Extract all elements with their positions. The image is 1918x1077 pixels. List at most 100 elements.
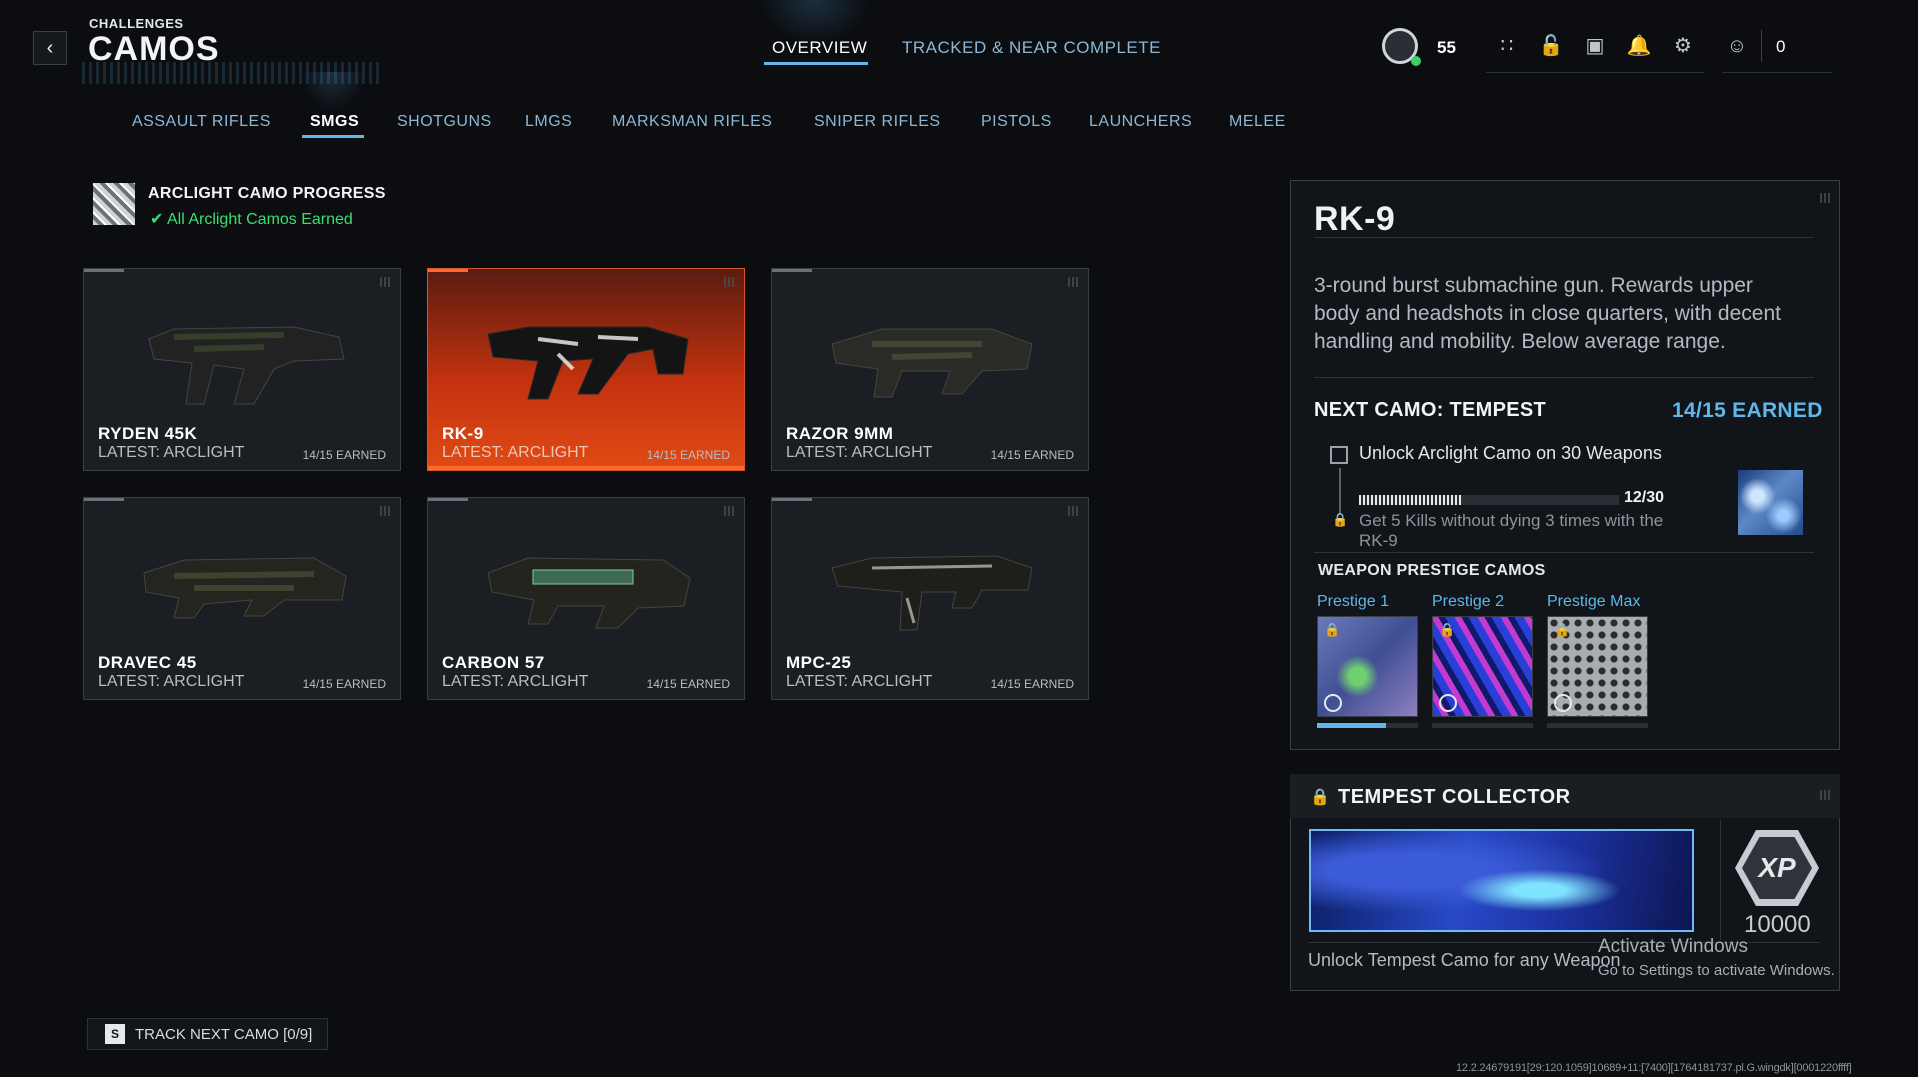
active-category-underline (302, 135, 364, 138)
next-challenge-description: Get 5 Kills without dying 3 times with t… (1359, 511, 1664, 550)
arclight-status: ✔ All Arclight Camos Earned (150, 209, 353, 229)
lock-icon: 🔒 (1332, 512, 1349, 527)
weapon-latest-camo: LATEST: ARCLIGHT (442, 444, 589, 461)
grid-icon (1820, 790, 1830, 800)
smg-icon (831, 555, 1033, 631)
tab-marksman-rifles[interactable]: MARKSMAN RIFLES (612, 113, 772, 131)
lock-icon: 🔒 (1439, 622, 1456, 637)
tab-launchers[interactable]: LAUNCHERS (1089, 113, 1192, 131)
weapon-latest-camo: LATEST: ARCLIGHT (442, 673, 589, 690)
smg-icon (487, 326, 689, 400)
tempest-camo-thumbnail[interactable] (1738, 470, 1803, 535)
tab-assault-rifles[interactable]: ASSAULT RIFLES (132, 113, 271, 131)
track-next-camo-button[interactable]: S TRACK NEXT CAMO [0/9] (87, 1018, 328, 1050)
weapon-card-carbon-57[interactable]: CARBON 57 LATEST: ARCLIGHT 14/15 EARNED (427, 497, 745, 700)
key-hint-badge: S (105, 1024, 125, 1044)
card-indicator (428, 498, 468, 501)
detail-weapon-name: RK-9 (1314, 200, 1396, 238)
category-tab-glow (300, 72, 366, 112)
collector-divider (1720, 820, 1721, 940)
weapon-card-ryden-45k[interactable]: RYDEN 45K LATEST: ARCLIGHT 14/15 EARNED (83, 268, 401, 471)
gear-icon[interactable]: ⚙ (1670, 33, 1696, 59)
windows-activation-title: Activate Windows (1598, 936, 1748, 957)
collector-title: TEMPEST COLLECTOR (1338, 786, 1571, 808)
prestige-max-progress-track (1547, 723, 1648, 728)
tab-smgs[interactable]: SMGS (310, 113, 359, 131)
xp-badge-text: XP (1742, 837, 1812, 899)
weapon-earned-count: 14/15 EARNED (302, 677, 386, 691)
challenge-connector (1339, 468, 1341, 514)
next-camo-label: NEXT CAMO: TEMPEST (1314, 399, 1547, 421)
weapon-name: MPC-25 (786, 653, 852, 672)
build-version-string: 12.2.24679191[29:120.1059]10689+11:[7400… (1456, 1062, 1852, 1074)
back-button[interactable]: ‹ (33, 31, 67, 65)
grid-icon[interactable]: ∷ (1494, 33, 1520, 59)
weapon-card-dravec-45[interactable]: DRAVEC 45 LATEST: ARCLIGHT 14/15 EARNED (83, 497, 401, 700)
checkmark-icon: ✔ (150, 211, 164, 228)
smg-icon (148, 326, 345, 405)
challenge-label: Unlock Arclight Camo on 30 Weapons (1359, 443, 1662, 463)
friends-icon[interactable]: ☺ (1724, 33, 1750, 59)
tab-melee[interactable]: MELEE (1229, 113, 1286, 131)
friends-count: 0 (1776, 37, 1786, 56)
prestige-2-camo[interactable]: 🔒 (1432, 616, 1533, 717)
camera-icon[interactable]: ▣ (1582, 33, 1608, 59)
selected-card-bar (428, 466, 744, 470)
lock-icon: 🔒 (1324, 622, 1341, 637)
prestige-camos-title: WEAPON PRESTIGE CAMOS (1318, 562, 1546, 579)
weapon-card-mpc-25[interactable]: MPC-25 LATEST: ARCLIGHT 14/15 EARNED (771, 497, 1089, 700)
prestige-badge-icon (1554, 694, 1572, 712)
weapon-latest-camo: LATEST: ARCLIGHT (98, 673, 245, 690)
weapon-earned-count: 14/15 EARNED (990, 677, 1074, 691)
unlock-icon[interactable]: 🔓 (1538, 33, 1564, 59)
player-level: 55 (1437, 38, 1456, 57)
lock-icon: 🔒 (1310, 789, 1330, 806)
icon-bar-underline (1486, 72, 1704, 73)
weapon-name: CARBON 57 (442, 653, 545, 672)
prestige-2-progress-track (1432, 723, 1533, 728)
weapon-latest-camo: LATEST: ARCLIGHT (786, 673, 933, 690)
prestige-badge-icon (1439, 694, 1457, 712)
grid-icon (724, 277, 734, 287)
grid-icon (1068, 506, 1078, 516)
challenge-progress-count: 12/30 (1624, 489, 1665, 506)
prestige-badge-icon (1324, 694, 1342, 712)
weapon-name: DRAVEC 45 (98, 653, 197, 672)
prestige-max-camo[interactable]: 🔒 (1547, 616, 1648, 717)
card-indicator (84, 498, 124, 501)
collector-reward-image[interactable] (1309, 829, 1694, 932)
weapon-name: RYDEN 45K (98, 424, 198, 443)
tab-lmgs[interactable]: LMGS (525, 113, 572, 131)
weapon-earned-count: 14/15 EARNED (646, 677, 730, 691)
windows-activation-subtitle: Go to Settings to activate Windows. (1598, 962, 1835, 979)
arclight-progress-title: ARCLIGHT CAMO PROGRESS (148, 185, 386, 202)
weapon-earned-count: 14/15 EARNED (990, 448, 1074, 462)
tab-sniper-rifles[interactable]: SNIPER RIFLES (814, 113, 941, 131)
tab-overview[interactable]: OVERVIEW (772, 38, 867, 58)
next-camo-earned: 14/15 EARNED (1672, 399, 1823, 422)
weapon-earned-count: 14/15 EARNED (302, 448, 386, 462)
weapon-name: RAZOR 9MM (786, 424, 894, 443)
tab-pistols[interactable]: PISTOLS (981, 113, 1052, 131)
smg-icon (487, 557, 691, 629)
challenge-checkbox[interactable] (1330, 446, 1348, 464)
status-divider (1761, 30, 1762, 62)
tab-shotguns[interactable]: SHOTGUNS (397, 113, 492, 131)
grid-icon (380, 277, 390, 287)
xp-reward-value: 10000 (1744, 911, 1811, 938)
weapon-latest-camo: LATEST: ARCLIGHT (786, 444, 933, 461)
prestige-1-camo[interactable]: 🔒 (1317, 616, 1418, 717)
prestige-1-progress-track (1317, 723, 1418, 728)
chevron-left-icon: ‹ (46, 36, 54, 59)
card-indicator (428, 269, 468, 272)
prestige-max-label: Prestige Max (1547, 593, 1641, 610)
active-tab-underline (764, 62, 868, 65)
arclight-status-text: All Arclight Camos Earned (166, 211, 353, 228)
grid-icon (380, 506, 390, 516)
bell-icon[interactable]: 🔔 (1626, 33, 1652, 59)
divider (1314, 377, 1814, 378)
online-status-dot (1411, 56, 1421, 66)
tab-tracked-near-complete[interactable]: TRACKED & NEAR COMPLETE (902, 38, 1161, 58)
weapon-card-razor-9mm[interactable]: RAZOR 9MM LATEST: ARCLIGHT 14/15 EARNED (771, 268, 1089, 471)
weapon-card-rk-9[interactable]: RK-9 LATEST: ARCLIGHT 14/15 EARNED (427, 268, 745, 471)
